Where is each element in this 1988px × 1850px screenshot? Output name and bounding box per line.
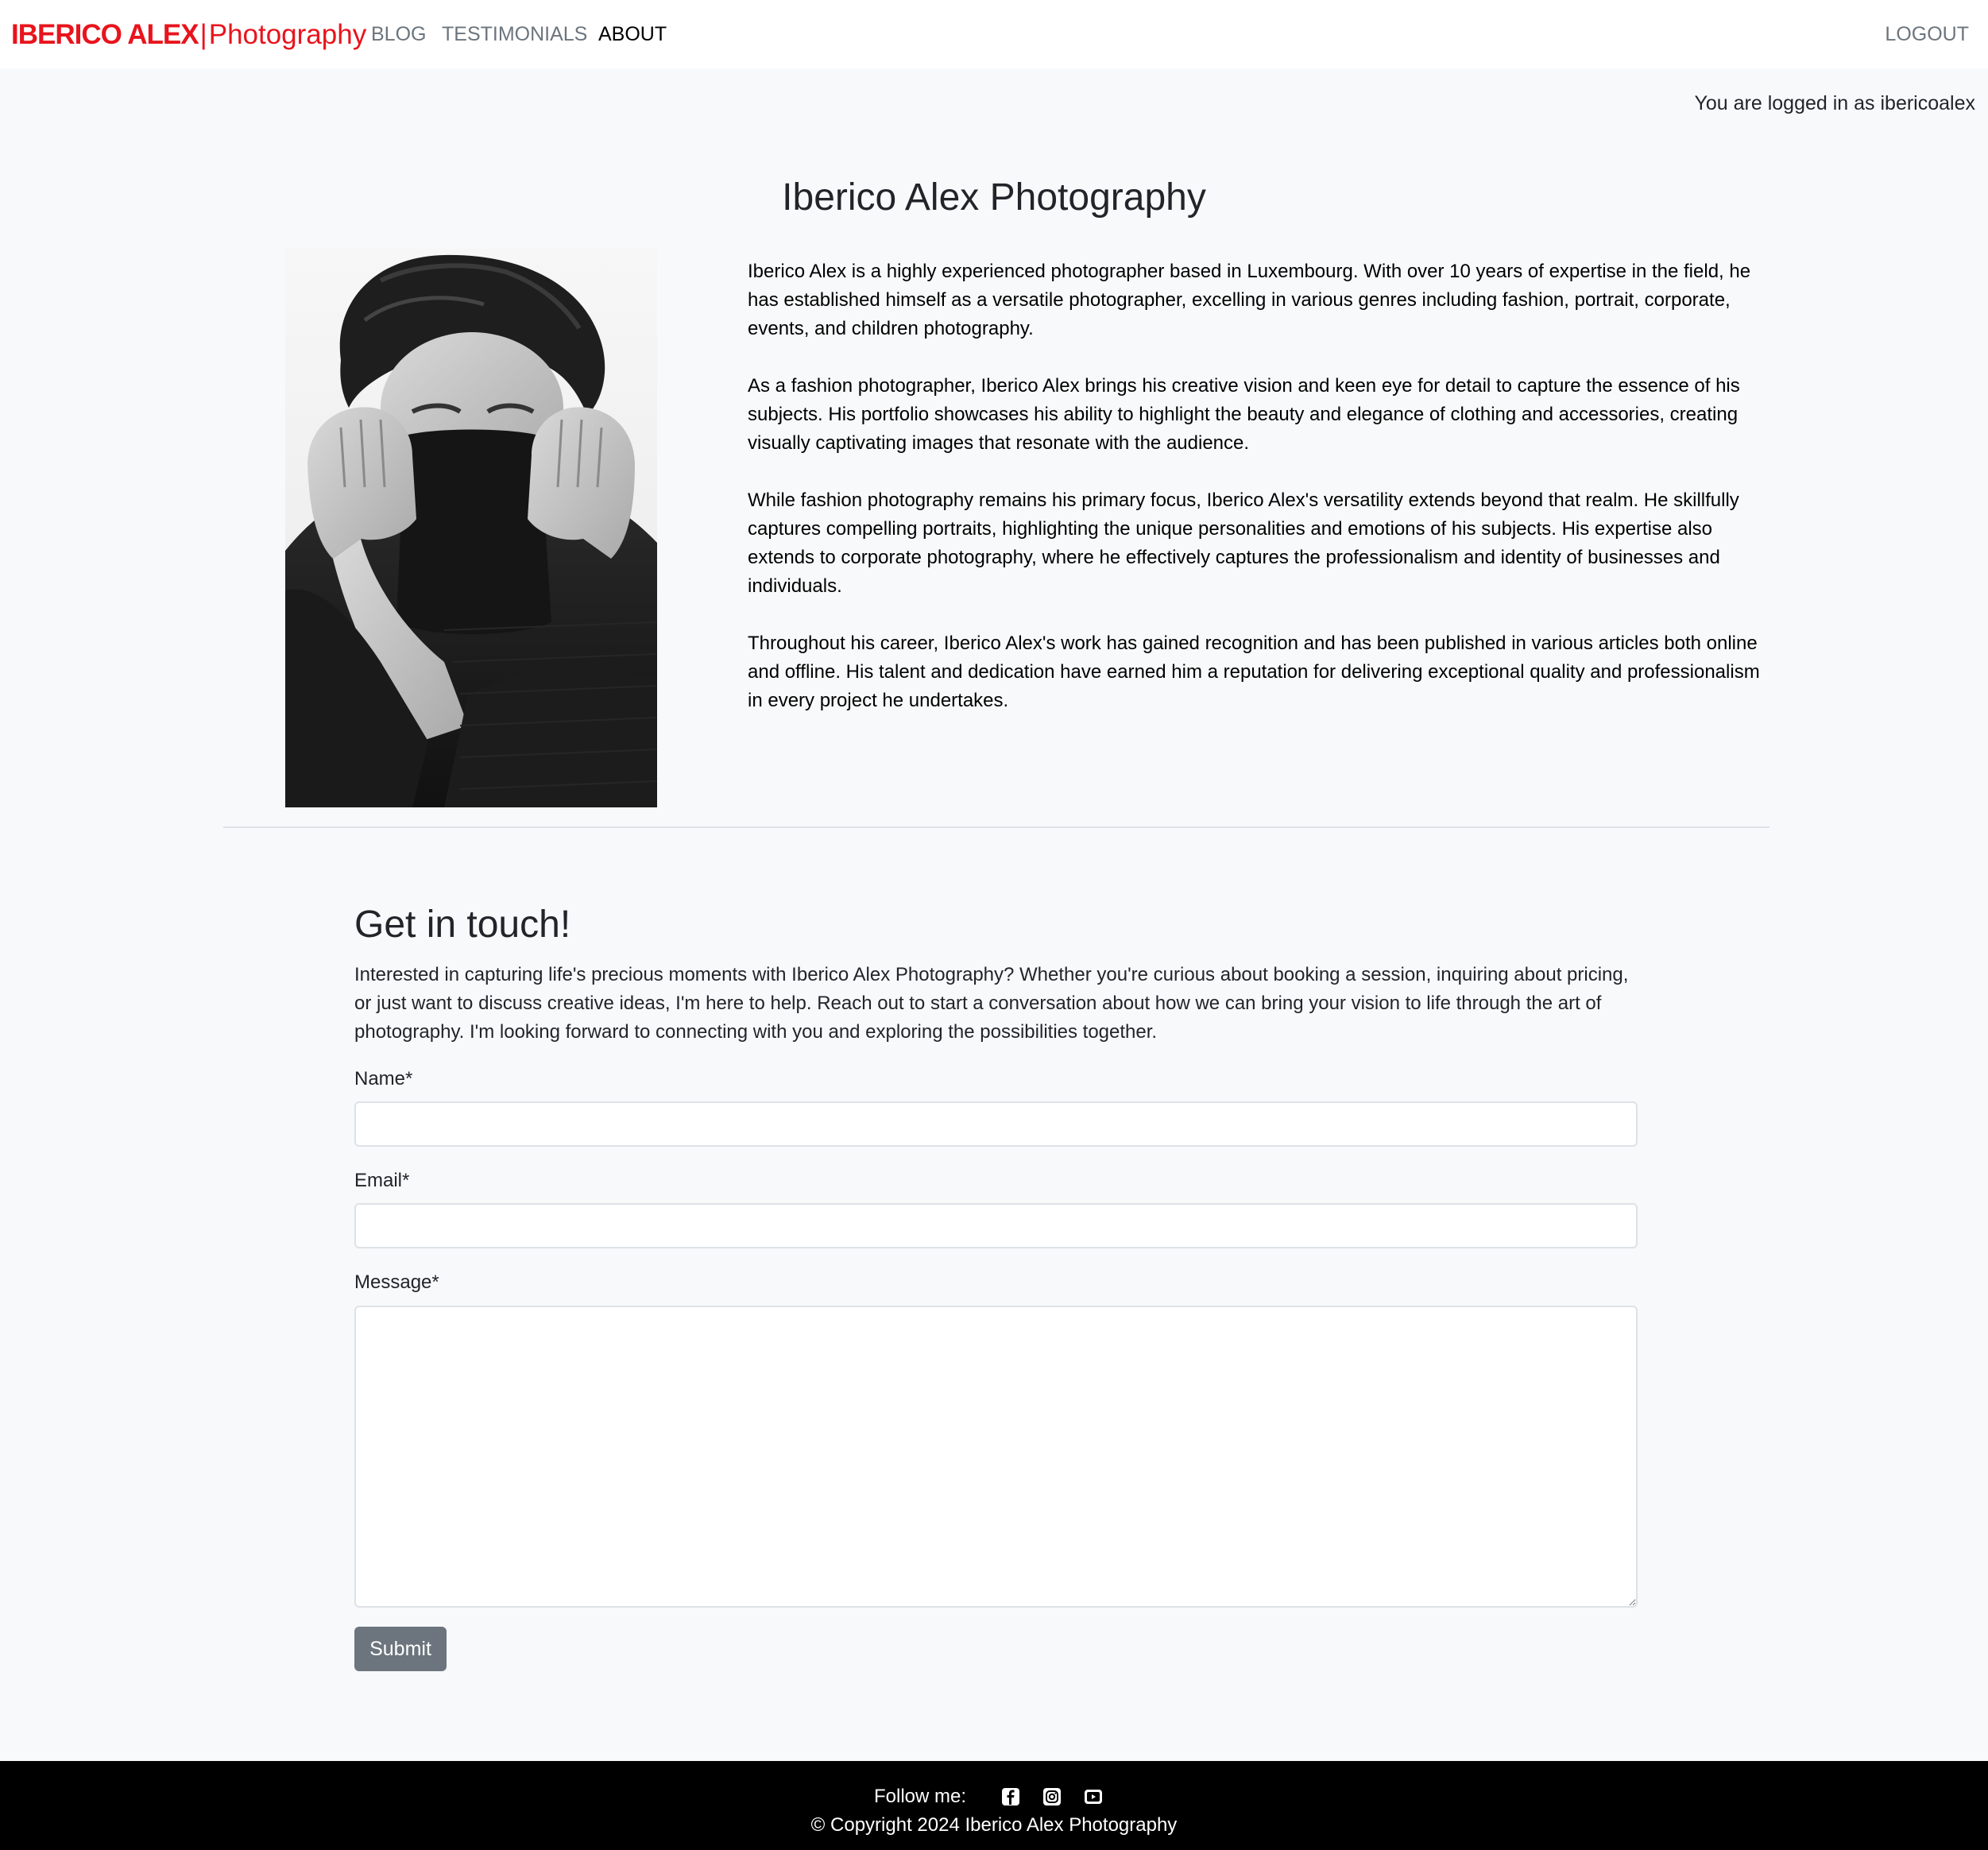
logout-link[interactable]: LOGOUT bbox=[1885, 21, 1969, 47]
email-field[interactable] bbox=[354, 1203, 1638, 1248]
footer: Follow me: © Copyright 2024 Iberico Alex… bbox=[0, 1761, 1988, 1850]
contact-intro: Interested in capturing life's precious … bbox=[354, 964, 1629, 1043]
facebook-icon[interactable] bbox=[1001, 1787, 1020, 1806]
about-paragraph: Iberico Alex is a highly experienced pho… bbox=[748, 261, 1751, 339]
contact-section: Get in touch! Interested in capturing li… bbox=[354, 902, 1638, 1671]
name-label: Name* bbox=[354, 1068, 413, 1089]
brand-name: IBERICO ALEX bbox=[11, 19, 199, 50]
submit-button[interactable]: Submit bbox=[354, 1627, 447, 1671]
section-divider bbox=[223, 826, 1769, 828]
nav-link-blog[interactable]: BLOG bbox=[371, 21, 426, 47]
login-status: You are logged in as ibericoalex bbox=[1694, 92, 1976, 114]
about-paragraph: As a fashion photographer, Iberico Alex … bbox=[748, 375, 1740, 454]
instagram-icon[interactable] bbox=[1042, 1787, 1062, 1806]
message-field[interactable] bbox=[354, 1306, 1638, 1608]
copyright-text: © Copyright 2024 Iberico Alex Photograph… bbox=[810, 1814, 1178, 1836]
nav-link-about[interactable]: ABOUT bbox=[598, 21, 667, 47]
youtube-icon[interactable] bbox=[1084, 1787, 1103, 1806]
about-paragraph: While fashion photography remains his pr… bbox=[748, 490, 1739, 597]
follow-label: Follow me: bbox=[873, 1786, 967, 1807]
name-field[interactable] bbox=[354, 1101, 1638, 1147]
email-label: Email* bbox=[354, 1170, 410, 1191]
page-title: Iberico Alex Photography bbox=[782, 176, 1206, 219]
navbar: IBERICO ALEX|Photography BLOG TESTIMONIA… bbox=[0, 0, 1988, 68]
portrait-image bbox=[285, 249, 657, 807]
brand-tagline: Photography bbox=[208, 19, 367, 50]
contact-heading: Get in touch! bbox=[354, 904, 571, 946]
about-paragraph: Throughout his career, Iberico Alex's wo… bbox=[748, 633, 1760, 711]
brand-logo[interactable]: IBERICO ALEX|Photography bbox=[11, 17, 366, 52]
about-description: Iberico Alex is a highly experienced pho… bbox=[748, 257, 1765, 744]
nav-link-testimonials[interactable]: TESTIMONIALS bbox=[442, 21, 587, 47]
brand-separator: | bbox=[199, 19, 207, 50]
follow-row: Follow me: bbox=[0, 1785, 1988, 1809]
message-label: Message* bbox=[354, 1271, 439, 1293]
